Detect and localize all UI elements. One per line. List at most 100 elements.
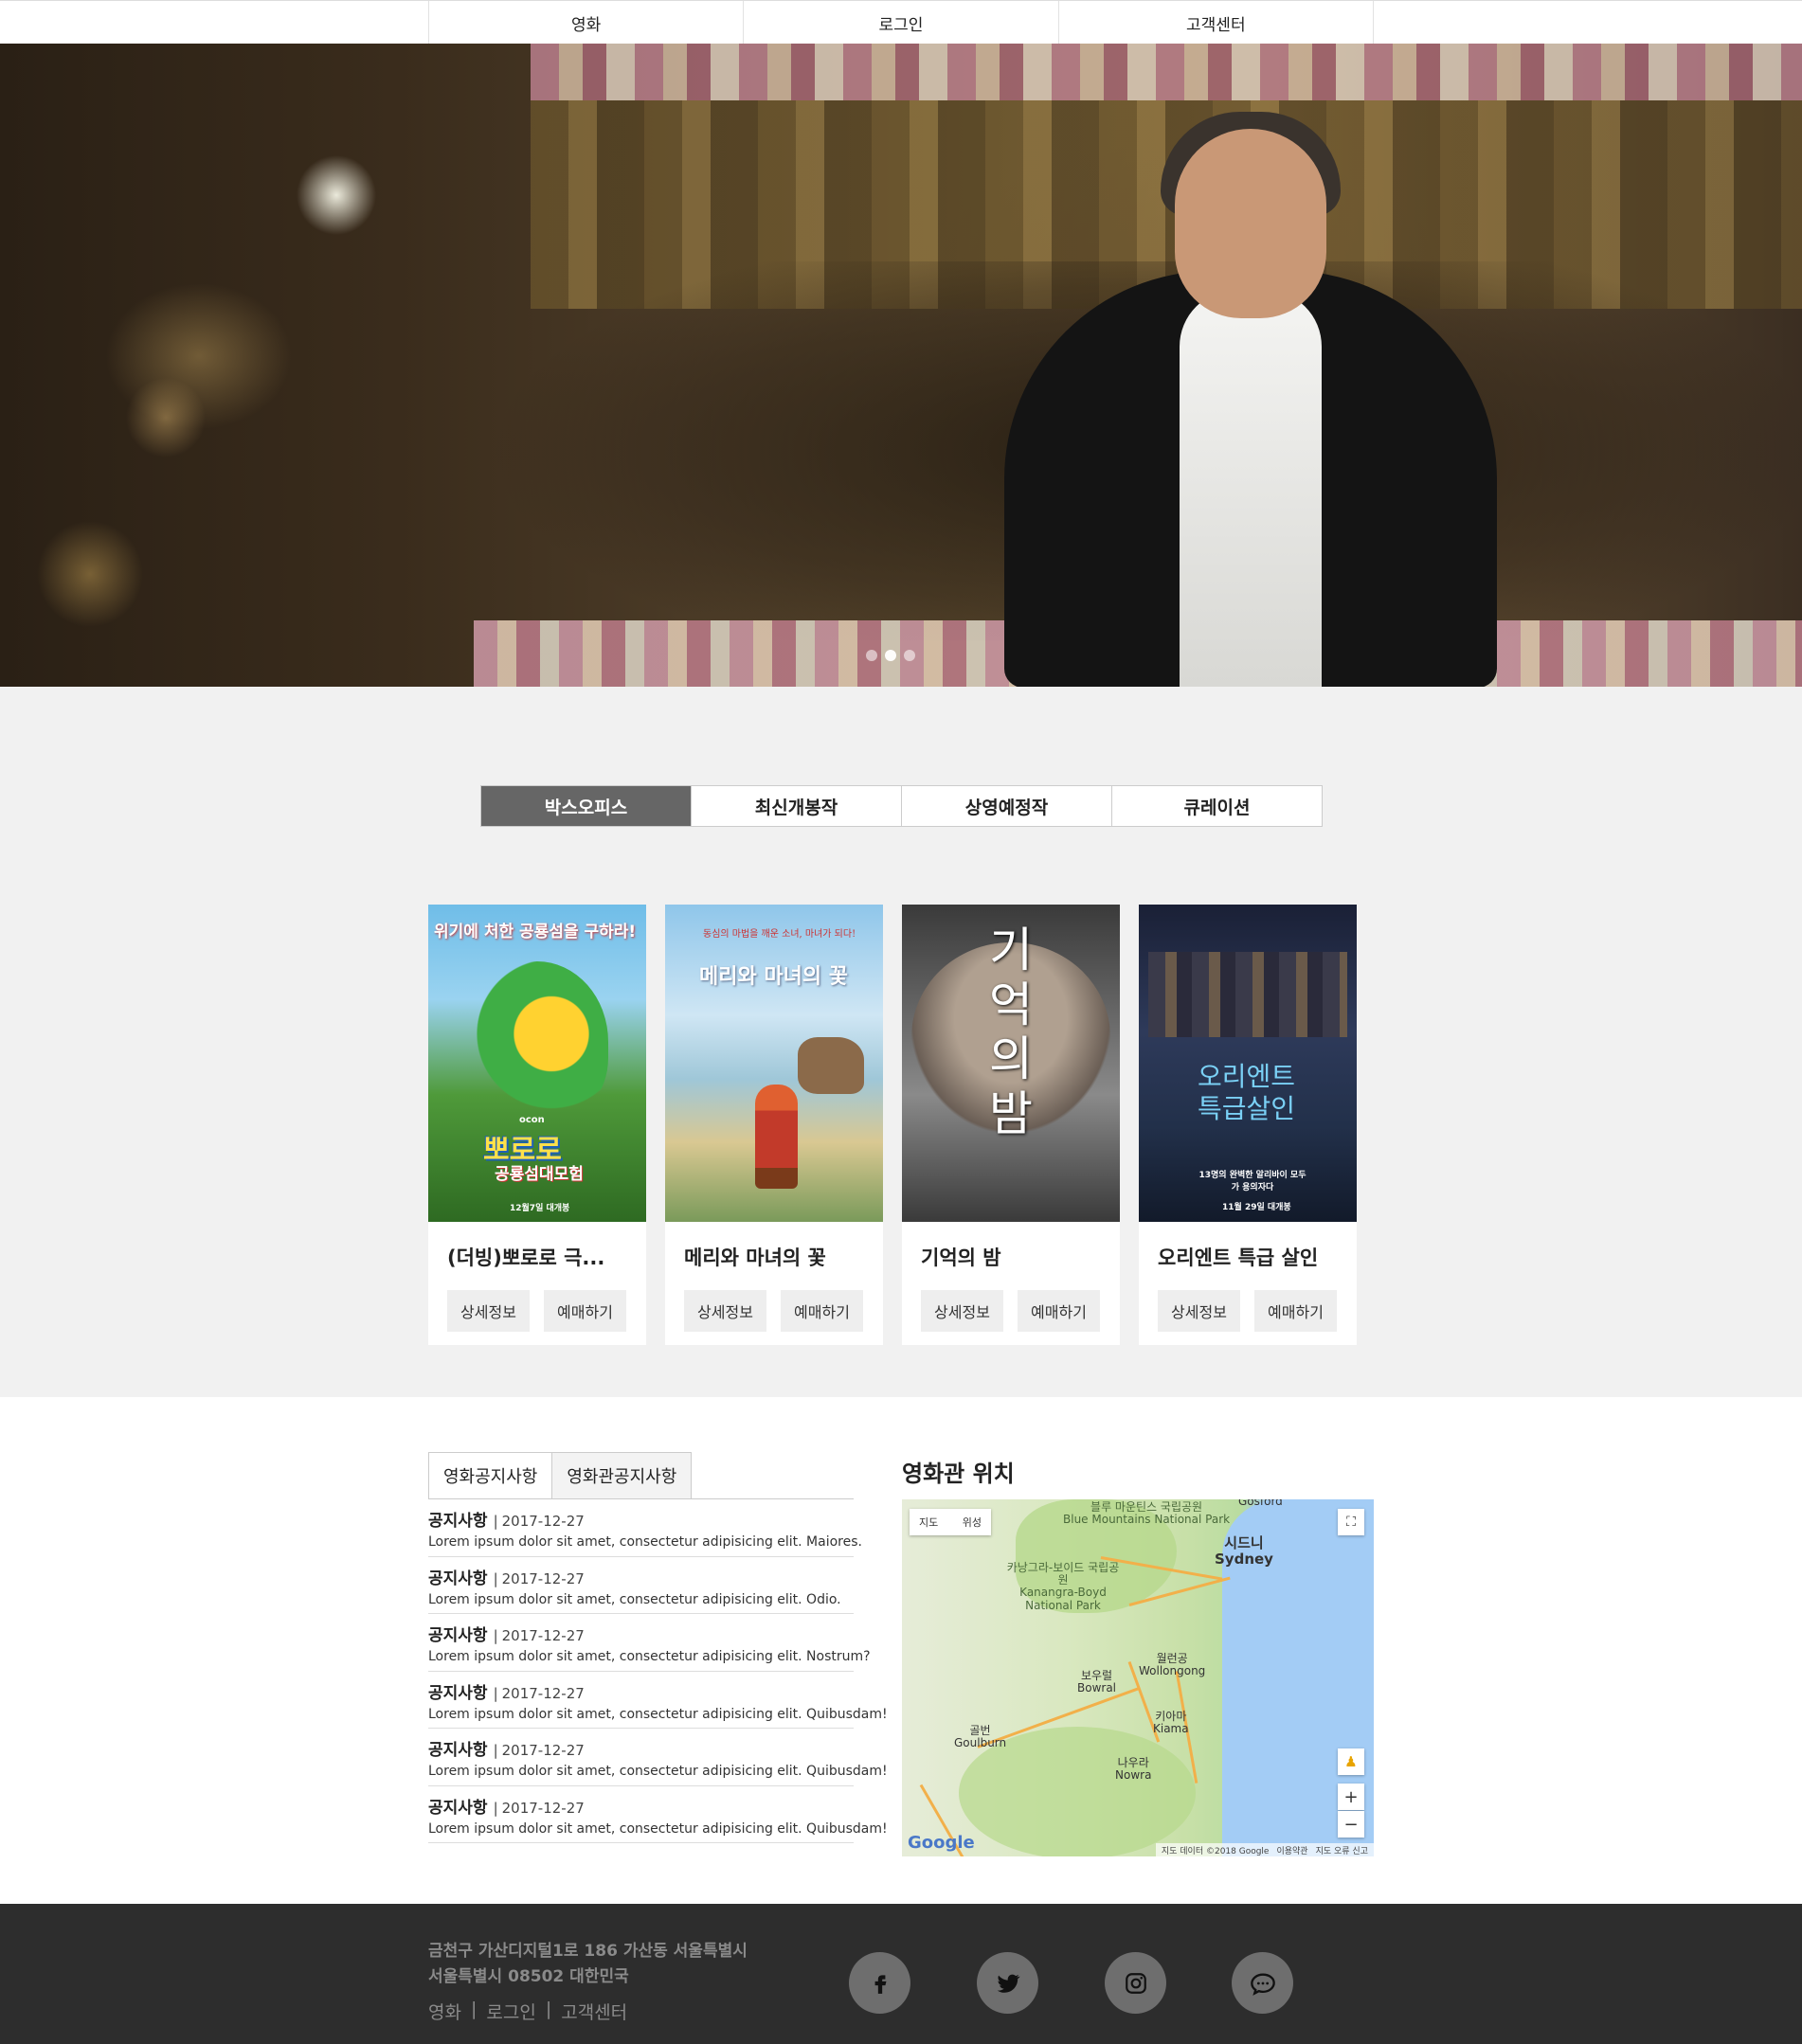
movie-tabs: 박스오피스 최신개봉작 상영예정작 큐레이션 [480, 785, 1323, 827]
movie-card-actions: 상세정보 예매하기 [428, 1290, 646, 1332]
zoom-out-button[interactable]: − [1338, 1811, 1364, 1838]
movie-card-actions: 상세정보 예매하기 [902, 1290, 1120, 1332]
site-footer: 금천구 가산디지털1로 186 가산동 서울특별시 서울특별시 08502 대한… [0, 1904, 1802, 2044]
notice-tabs: 영화공지사항 영화관공지사항 [428, 1452, 693, 1498]
notice-item[interactable]: 공지사항 | 2017-12-27 Lorem ipsum dolor sit am… [428, 1729, 888, 1786]
notice-separator: | [493, 1742, 498, 1759]
tab-curation[interactable]: 큐레이션 [1112, 786, 1322, 826]
address-line-2: 서울특별시 08502 대한민국 [428, 1967, 629, 1987]
poster-floating-island [798, 1037, 864, 1094]
map-attribution: 지도 데이터 ©2018 Google 이용약관 지도 오류 신고 [1155, 1843, 1374, 1856]
poster-logo: 기억의 밤 [989, 923, 1033, 1141]
fullscreen-icon[interactable]: ⛶ [1338, 1509, 1364, 1535]
tab-movie-notice[interactable]: 영화공지사항 [428, 1452, 553, 1498]
poster-release-date: 12월7일 대개봉 [510, 1204, 570, 1213]
hero-conductor-head [1175, 129, 1326, 318]
tab-new-releases[interactable]: 최신개봉작 [692, 786, 902, 826]
movie-card: 오리엔트 특급살인 13명의 완벽한 알리바이 모두가 용의자다 11월 29일… [1139, 905, 1357, 1345]
zoom-in-button[interactable]: + [1338, 1784, 1364, 1810]
detail-button[interactable]: 상세정보 [1158, 1290, 1240, 1332]
poster-logo: 오리엔트 특급살인 [1198, 1061, 1296, 1124]
hero-dot-3[interactable] [904, 650, 915, 661]
map-label-blue-mountains: 블루 마운틴스 국립공원 Blue Mountains National Par… [1063, 1500, 1231, 1527]
poster-characters [466, 961, 608, 1122]
movie-poster[interactable]: 오리엔트 특급살인 13명의 완벽한 알리바이 모두가 용의자다 11월 29일… [1139, 905, 1357, 1222]
notice-title: 공지사항 [428, 1569, 488, 1588]
map-label-nowra: 나우라 Nowra [1115, 1756, 1152, 1783]
poster-subtitle: 13명의 완벽한 알리바이 모두가 용의자다 [1198, 1171, 1306, 1192]
book-button[interactable]: 예매하기 [781, 1290, 863, 1332]
notice-item[interactable]: 공지사항 | 2017-12-27 Lorem ipsum dolor sit am… [428, 1614, 871, 1672]
map-type-satellite-button[interactable]: 위성 [963, 1515, 982, 1530]
notice-separator: | [493, 1799, 498, 1817]
notice-title: 공지사항 [428, 1512, 488, 1531]
movie-card-list: 위기에 처한 공룡섬을 구하라! ocon 뽀로로 공룡섬대모험 12월7일 대… [428, 905, 1357, 1345]
notice-separator: | [493, 1569, 498, 1587]
footer-separator: | [470, 1999, 478, 2019]
notice-title: 공지사항 [428, 1798, 488, 1818]
movie-title[interactable]: 메리와 마녀의 꽃 [665, 1222, 883, 1290]
notice-date: 2017-12-27 [501, 1799, 585, 1817]
street-view-pegman-icon[interactable]: ♟ [1338, 1748, 1364, 1775]
hero-flower-decoration [531, 44, 1802, 100]
map-type-map-button[interactable]: 지도 [919, 1515, 938, 1530]
notice-item[interactable]: 공지사항 | 2017-12-27 Lorem ipsum dolor sit am… [428, 1786, 888, 1843]
nav-movies[interactable]: 영화 [429, 1, 745, 45]
facebook-icon[interactable] [849, 1952, 910, 2014]
book-button[interactable]: 예매하기 [1254, 1290, 1337, 1332]
footer-link-login[interactable]: 로그인 [486, 1999, 535, 2024]
tab-box-office[interactable]: 박스오피스 [481, 786, 692, 826]
detail-button[interactable]: 상세정보 [447, 1290, 530, 1332]
notice-item[interactable]: 공지사항 | 2017-12-27 Lorem ipsum dolor sit am… [428, 1499, 862, 1557]
footer-address: 금천구 가산디지털1로 186 가산동 서울특별시 서울특별시 08502 대한… [428, 1939, 748, 1990]
movie-card-actions: 상세정보 예매하기 [1139, 1290, 1357, 1332]
map-label-bowral: 보우럴 Bowral [1077, 1669, 1117, 1695]
poster-subtitle: 공룡섬대모험 [495, 1165, 584, 1184]
map-report-link[interactable]: 지도 오류 신고 [1316, 1844, 1368, 1856]
hero-dot-2[interactable] [885, 650, 896, 661]
theater-map[interactable]: 블루 마운틴스 국립공원 Blue Mountains National Par… [902, 1499, 1374, 1856]
movie-poster[interactable]: 동심의 마법을 깨운 소녀, 마녀가 되다! 메리와 마녀의 꽃 [665, 905, 883, 1222]
hero-banner [0, 44, 1802, 687]
notice-title: 공지사항 [428, 1683, 488, 1703]
notice-separator: | [493, 1513, 498, 1530]
hero-dot-1[interactable] [866, 650, 877, 661]
nav-customer-center[interactable]: 고객센터 [1059, 1, 1374, 45]
poster-tagline: 위기에 처한 공룡섬을 구하라! [434, 923, 637, 941]
notice-item[interactable]: 공지사항 | 2017-12-27 Lorem ipsum dolor sit am… [428, 1557, 854, 1614]
poster-logo: 메리와 마녀의 꽃 [699, 964, 848, 989]
notice-body: Lorem ipsum dolor sit amet, consectetur … [428, 1591, 841, 1607]
detail-button[interactable]: 상세정보 [921, 1290, 1003, 1332]
chat-icon[interactable] [1232, 1952, 1293, 2014]
notice-body: Lorem ipsum dolor sit amet, consectetur … [428, 1764, 888, 1779]
tab-upcoming[interactable]: 상영예정작 [902, 786, 1112, 826]
footer-link-movies[interactable]: 영화 [428, 1999, 461, 2024]
map-terms-link[interactable]: 이용약관 [1276, 1844, 1307, 1856]
tab-theater-notice[interactable]: 영화관공지사항 [552, 1452, 693, 1498]
footer-links: 영화 | 로그인 | 고객센터 [428, 1999, 627, 2024]
book-button[interactable]: 예매하기 [1018, 1290, 1100, 1332]
footer-link-customer-center[interactable]: 고객센터 [561, 1999, 627, 2024]
top-nav-menu: 영화 로그인 고객센터 [428, 1, 1374, 45]
map-label-goulburn: 골번 Goulburn [954, 1724, 1007, 1750]
book-button[interactable]: 예매하기 [544, 1290, 626, 1332]
map-label-kanangra: 카낭그라-보이드 국립공원 Kanangra-Boyd National Par… [1006, 1561, 1120, 1612]
movie-poster[interactable]: 기억의 밤 [902, 905, 1120, 1222]
nav-login[interactable]: 로그인 [744, 1, 1059, 45]
movie-poster[interactable]: 위기에 처한 공룡섬을 구하라! ocon 뽀로로 공룡섬대모험 12월7일 대… [428, 905, 646, 1222]
movie-title[interactable]: (더빙)뽀로로 극... [428, 1222, 646, 1290]
detail-button[interactable]: 상세정보 [684, 1290, 766, 1332]
map-label-gosford: Gosford [1238, 1499, 1283, 1508]
instagram-icon[interactable] [1105, 1952, 1166, 2014]
footer-separator: | [545, 1999, 552, 2019]
movie-card-actions: 상세정보 예매하기 [665, 1290, 883, 1332]
twitter-icon[interactable] [977, 1952, 1038, 2014]
notice-body: Lorem ipsum dolor sit amet, consectetur … [428, 1706, 888, 1722]
movie-card: 기억의 밤 기억의 밤 상세정보 예매하기 [902, 905, 1120, 1345]
notice-item[interactable]: 공지사항 | 2017-12-27 Lorem ipsum dolor sit am… [428, 1672, 888, 1729]
map-type-toggle: 지도 위성 [910, 1509, 991, 1535]
movie-title[interactable]: 오리엔트 특급 살인 [1139, 1222, 1357, 1290]
map-data-credit: 지도 데이터 ©2018 Google [1161, 1847, 1270, 1856]
notice-body: Lorem ipsum dolor sit amet, consectetur … [428, 1649, 871, 1664]
movie-title[interactable]: 기억의 밤 [902, 1222, 1120, 1290]
